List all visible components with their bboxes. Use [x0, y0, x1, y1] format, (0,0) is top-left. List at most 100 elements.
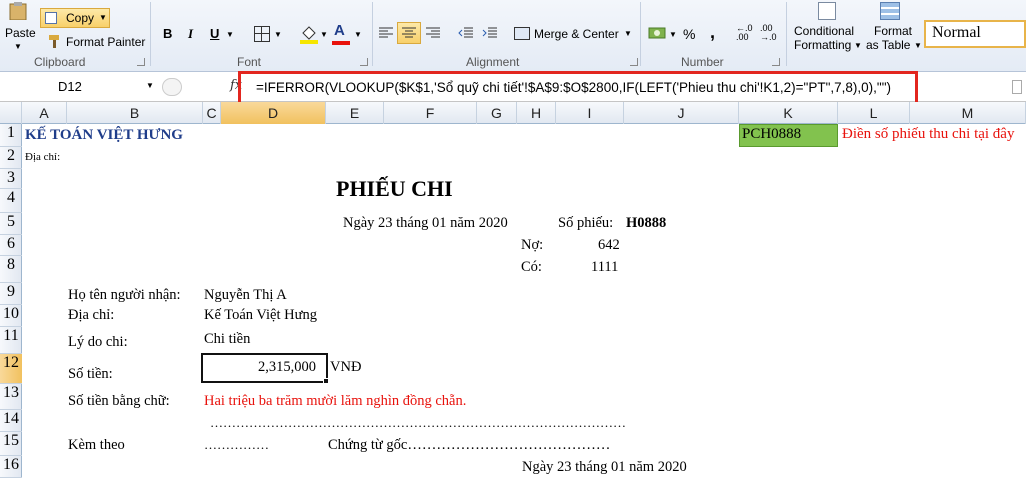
column-header-k[interactable]: K	[739, 102, 838, 124]
credit-value[interactable]: 1111	[591, 259, 618, 276]
formula-bar-splitter[interactable]	[162, 78, 182, 96]
recipient-value[interactable]: Nguyễn Thị A	[204, 287, 287, 304]
font-launcher-icon[interactable]	[360, 58, 368, 66]
source-doc-label[interactable]: Chứng từ gốc……………………………………	[328, 437, 610, 454]
amount-label[interactable]: Số tiền:	[68, 366, 113, 383]
row-header-4[interactable]: 4	[0, 189, 22, 213]
row-header-10[interactable]: 10	[0, 305, 22, 327]
column-header-e[interactable]: E	[326, 102, 384, 124]
name-box[interactable]: D12	[4, 76, 154, 98]
attach-label[interactable]: Kèm theo	[68, 437, 125, 454]
currency-label[interactable]: VNĐ	[330, 359, 361, 376]
copy-button[interactable]: Copy ▼	[40, 8, 110, 28]
row-header-1[interactable]: 1	[0, 124, 22, 147]
credit-label[interactable]: Có:	[521, 259, 542, 276]
row-14-dots[interactable]: ……………………………………………………………………………………	[210, 415, 626, 431]
decrease-decimal-button[interactable]: .00 →.0	[760, 24, 777, 42]
row-header-14[interactable]: 14	[0, 410, 22, 432]
expand-formula-bar-icon[interactable]	[1012, 80, 1022, 94]
row-header-11[interactable]: 11	[0, 327, 22, 354]
hint-text[interactable]: Điền số phiếu thu chi tại đây	[842, 126, 1014, 143]
align-left-icon[interactable]	[378, 26, 394, 40]
separator	[786, 2, 787, 66]
row-header-3[interactable]: 3	[0, 169, 22, 189]
alignment-launcher-icon[interactable]	[630, 58, 638, 66]
style-normal[interactable]: Normal	[924, 20, 1026, 48]
format-as-table-button[interactable]: Format as Table ▼	[866, 0, 922, 54]
italic-button[interactable]: I	[188, 26, 193, 42]
increase-decimal-button[interactable]: ←.0.00	[736, 24, 753, 42]
address2-value[interactable]: Kế Toán Việt Hưng	[204, 307, 317, 324]
fill-color-icon[interactable]	[300, 24, 318, 44]
row-header-15[interactable]: 15	[0, 432, 22, 456]
row-header-12[interactable]: 12	[0, 354, 22, 384]
recipient-label[interactable]: Họ tên người nhận:	[68, 287, 181, 304]
address2-label[interactable]: Địa chỉ:	[68, 307, 114, 324]
row-header-6[interactable]: 6	[0, 235, 22, 256]
cond-fmt-label-2: Formatting	[794, 38, 852, 52]
voucher-number-value[interactable]: H0888	[626, 215, 666, 232]
increase-indent-icon[interactable]	[482, 26, 498, 40]
row-header-2[interactable]: 2	[0, 147, 22, 169]
voucher-code-input[interactable]: PCH0888	[742, 126, 801, 143]
align-right-icon[interactable]	[425, 26, 441, 40]
voucher-title[interactable]: PHIẾU CHI	[336, 176, 453, 202]
decrease-indent-icon[interactable]	[458, 26, 474, 40]
row-header-8[interactable]: 8	[0, 256, 22, 283]
row-header-13[interactable]: 13	[0, 384, 22, 410]
column-header-j[interactable]: J	[624, 102, 739, 124]
paste-icon[interactable]	[6, 2, 32, 21]
font-color-dropdown-icon[interactable]: ▼	[354, 30, 362, 39]
reason-value[interactable]: Chi tiền	[204, 331, 250, 348]
merge-center-button[interactable]: Merge & Center ▼	[512, 25, 634, 43]
paste-button[interactable]: Paste	[5, 26, 36, 40]
column-header-h[interactable]: H	[517, 102, 556, 124]
paste-dropdown-icon[interactable]: ▼	[14, 42, 22, 51]
address-label[interactable]: Địa chỉ:	[25, 151, 60, 163]
currency-button[interactable]: ▼	[648, 24, 678, 44]
clipboard-launcher-icon[interactable]	[137, 58, 145, 66]
number-launcher-icon[interactable]	[772, 58, 780, 66]
debit-value[interactable]: 642	[598, 237, 620, 254]
column-header-b[interactable]: B	[67, 102, 203, 124]
date-line[interactable]: Ngày 23 tháng 01 năm 2020	[343, 215, 508, 232]
amount-words-value[interactable]: Hai triệu ba trăm mười lăm nghìn đồng ch…	[204, 393, 466, 410]
column-header-d[interactable]: D	[221, 102, 326, 124]
number-group-label: Number	[681, 55, 724, 69]
underline-dropdown-icon[interactable]: ▼	[226, 30, 234, 39]
attach-dots[interactable]: ……………	[204, 437, 269, 453]
conditional-formatting-button[interactable]: Conditional Formatting ▼	[794, 0, 862, 54]
format-painter-button[interactable]: Format Painter	[66, 35, 145, 49]
fill-color-dropdown-icon[interactable]: ▼	[320, 30, 328, 39]
bold-button[interactable]: B	[163, 26, 172, 41]
format-painter-icon	[48, 34, 62, 48]
font-color-button[interactable]: A	[332, 22, 350, 46]
debit-label[interactable]: Nợ:	[521, 237, 543, 254]
amount-value[interactable]: 2,315,000	[258, 359, 316, 376]
reason-label[interactable]: Lý do chi:	[68, 334, 128, 351]
column-header-a[interactable]: A	[22, 102, 67, 124]
footer-date[interactable]: Ngày 23 tháng 01 năm 2020	[522, 459, 687, 476]
align-center-icon[interactable]	[397, 22, 421, 44]
select-all-corner[interactable]	[0, 102, 22, 124]
fill-handle[interactable]	[323, 378, 329, 384]
column-header-g[interactable]: G	[477, 102, 517, 124]
comma-button[interactable]: ,	[710, 22, 715, 43]
voucher-number-label[interactable]: Số phiếu:	[558, 215, 613, 232]
row-header-16[interactable]: 16	[0, 456, 22, 478]
row-header-5[interactable]: 5	[0, 213, 22, 235]
borders-icon[interactable]	[254, 26, 270, 42]
column-header-f[interactable]: F	[384, 102, 477, 124]
row-header-9[interactable]: 9	[0, 283, 22, 305]
percent-button[interactable]: %	[683, 26, 695, 42]
underline-button[interactable]: U	[210, 26, 219, 41]
name-box-dropdown-icon[interactable]: ▼	[146, 81, 154, 90]
column-header-l[interactable]: L	[838, 102, 910, 124]
company-name[interactable]: KẾ TOÁN VIỆT HƯNG	[25, 127, 183, 144]
amount-words-label[interactable]: Số tiền bằng chữ:	[68, 393, 170, 410]
column-header-i[interactable]: I	[556, 102, 624, 124]
column-header-m[interactable]: M	[910, 102, 1026, 124]
borders-dropdown-icon[interactable]: ▼	[274, 30, 282, 39]
column-header-c[interactable]: C	[203, 102, 221, 124]
row-headers: 1 2 3 4 5 6 8 9 10 11 12 13 14 15 16	[0, 124, 22, 478]
